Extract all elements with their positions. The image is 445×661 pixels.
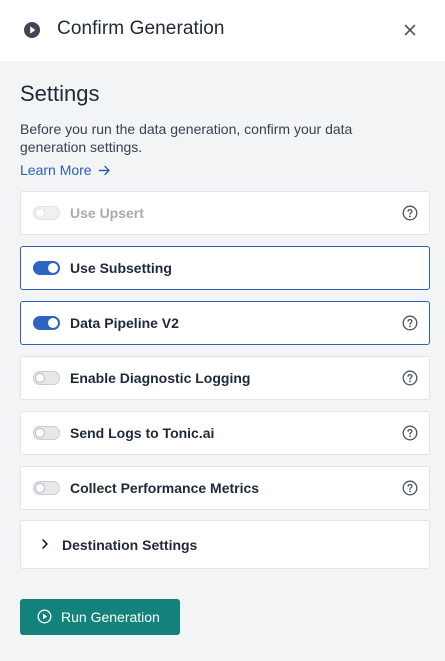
option-label: Send Logs to Tonic.ai	[70, 425, 215, 441]
learn-more-label: Learn More	[20, 162, 92, 178]
arrow-right-icon	[98, 165, 110, 175]
option-collect-performance-metrics[interactable]: Collect Performance Metrics	[20, 466, 430, 510]
help-icon[interactable]	[402, 370, 418, 386]
option-label: Enable Diagnostic Logging	[70, 370, 251, 386]
option-use-subsetting[interactable]: Use Subsetting	[20, 246, 430, 290]
toggle-use-upsert	[33, 206, 60, 220]
toggle-send-logs-to-tonic[interactable]	[33, 426, 60, 440]
option-label: Use Upsert	[70, 205, 144, 221]
chevron-right-icon	[42, 539, 48, 549]
option-label: Use Subsetting	[70, 260, 172, 276]
destination-settings-label: Destination Settings	[62, 537, 198, 553]
close-icon[interactable]	[400, 20, 420, 40]
dialog-header: Confirm Generation	[0, 0, 445, 61]
play-circle-icon	[37, 609, 52, 624]
help-icon[interactable]	[402, 205, 418, 221]
option-enable-diagnostic-logging[interactable]: Enable Diagnostic Logging	[20, 356, 430, 400]
settings-heading: Settings	[20, 81, 100, 106]
toggle-collect-performance-metrics[interactable]	[33, 481, 60, 495]
run-generation-button[interactable]: Run Generation	[20, 599, 180, 635]
help-icon[interactable]	[402, 480, 418, 496]
option-label: Data Pipeline V2	[70, 315, 179, 331]
toggle-data-pipeline-v2[interactable]	[33, 316, 60, 330]
option-send-logs-to-tonic[interactable]: Send Logs to Tonic.ai	[20, 411, 430, 455]
learn-more-link[interactable]: Learn More	[20, 162, 111, 178]
option-label: Collect Performance Metrics	[70, 480, 260, 496]
option-use-upsert: Use Upsert	[20, 191, 430, 235]
help-icon[interactable]	[402, 315, 418, 331]
play-circle-icon	[24, 22, 40, 38]
destination-settings-expander[interactable]: Destination Settings	[20, 520, 430, 569]
run-generation-label: Run Generation	[61, 609, 160, 625]
option-data-pipeline-v2[interactable]: Data Pipeline V2	[20, 301, 430, 345]
settings-description: Before you run the data generation, conf…	[20, 121, 353, 155]
toggle-enable-diagnostic-logging[interactable]	[33, 371, 60, 385]
dialog-title: Confirm Generation	[57, 18, 225, 39]
help-icon[interactable]	[402, 425, 418, 441]
toggle-use-subsetting[interactable]	[33, 261, 60, 275]
